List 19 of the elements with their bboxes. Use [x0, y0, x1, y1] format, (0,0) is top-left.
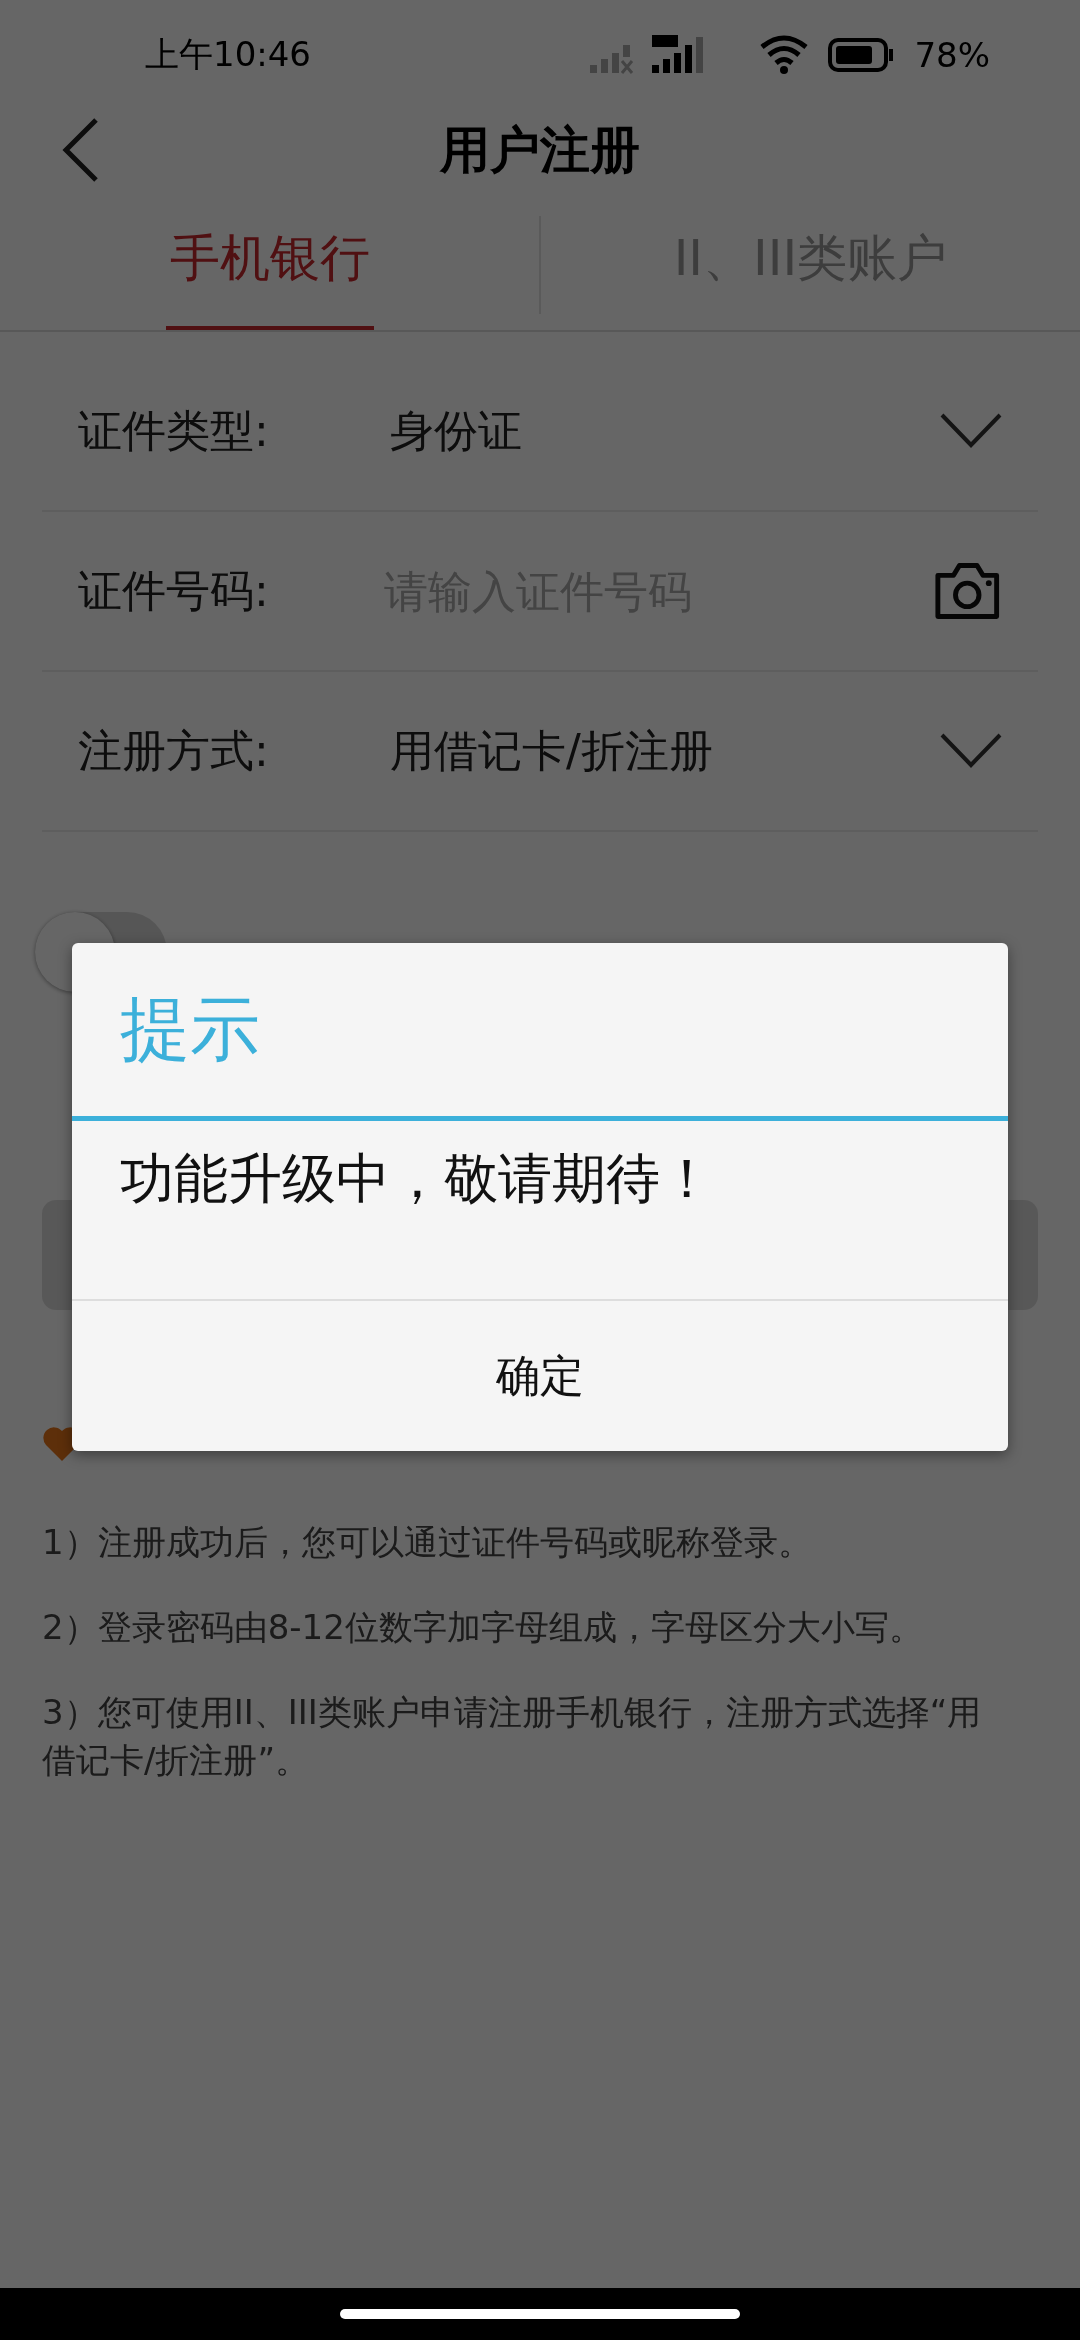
select-value[interactable]: 身份证	[390, 401, 940, 461]
select-value[interactable]: 用借记卡/折注册	[390, 721, 940, 781]
tab[interactable]: 手机银行	[0, 190, 539, 330]
field-label: 注册方式:	[78, 723, 270, 778]
tip-text: 3）您可使用II、III类账户申请注册手机银行，注册方式选择“用借记卡/折注册”。	[42, 1691, 982, 1782]
dialog-message: 功能升级中，敬请期待！	[120, 1147, 714, 1210]
battery-icon	[828, 37, 895, 73]
status-time: 上午10:46	[145, 33, 312, 76]
chevron-down-icon	[940, 413, 1002, 449]
battery-percent: 78%	[914, 35, 990, 75]
chevron-down-icon	[940, 733, 1002, 769]
tip-text: 2）登录密码由8-12位数字加字母组成，字母区分大小写。	[42, 1606, 924, 1649]
wifi-icon	[760, 35, 809, 75]
tip-text: 1）注册成功后，您可以通过证件号码或昵称登录。	[42, 1521, 813, 1564]
field-label: 证件类型:	[78, 403, 270, 458]
confirm-button[interactable]: 确定	[72, 1301, 1008, 1451]
dialog-title: 提示	[120, 986, 260, 1072]
field-label: 证件号码:	[78, 563, 270, 618]
page-title: 用户注册	[440, 119, 640, 181]
